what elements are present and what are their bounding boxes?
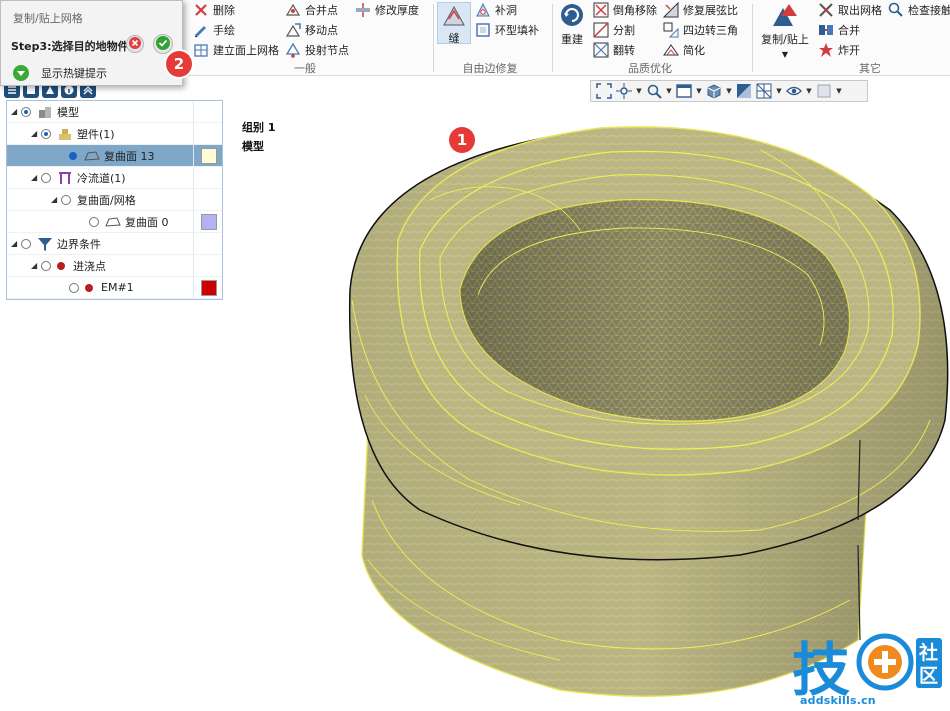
close-icon (129, 36, 141, 52)
watermark-url: addskills.cn (800, 694, 876, 707)
callout-badge-1: 1 (449, 127, 475, 153)
app-window: 删除 手绘 建立面上网格 合并点 移动点 投射节点 修改厚度 一般 缝 补洞 环… (0, 0, 950, 711)
check-icon (156, 35, 170, 53)
dialog-step-text: Step3:选择目的地物件 (11, 40, 129, 53)
confirm-button[interactable] (153, 34, 173, 54)
dialog-title: 复制/贴上网格 (13, 12, 83, 25)
watermark-side-2: 区 (919, 665, 938, 687)
watermark-side-1: 社 (918, 641, 938, 664)
hotkey-hint-label: 显示热键提示 (41, 67, 107, 80)
mesh-model-viewport[interactable] (0, 0, 950, 711)
callout-badge-2: 2 (166, 51, 192, 77)
mesh-part-geometry (348, 126, 949, 697)
cancel-button[interactable] (126, 35, 144, 53)
show-hotkey-hint-toggle[interactable]: 显示热键提示 (13, 65, 107, 81)
chevron-down-icon (13, 65, 29, 81)
copy-paste-mesh-dialog: 复制/贴上网格 Step3:选择目的地物件 显示热键提示 (0, 0, 183, 86)
